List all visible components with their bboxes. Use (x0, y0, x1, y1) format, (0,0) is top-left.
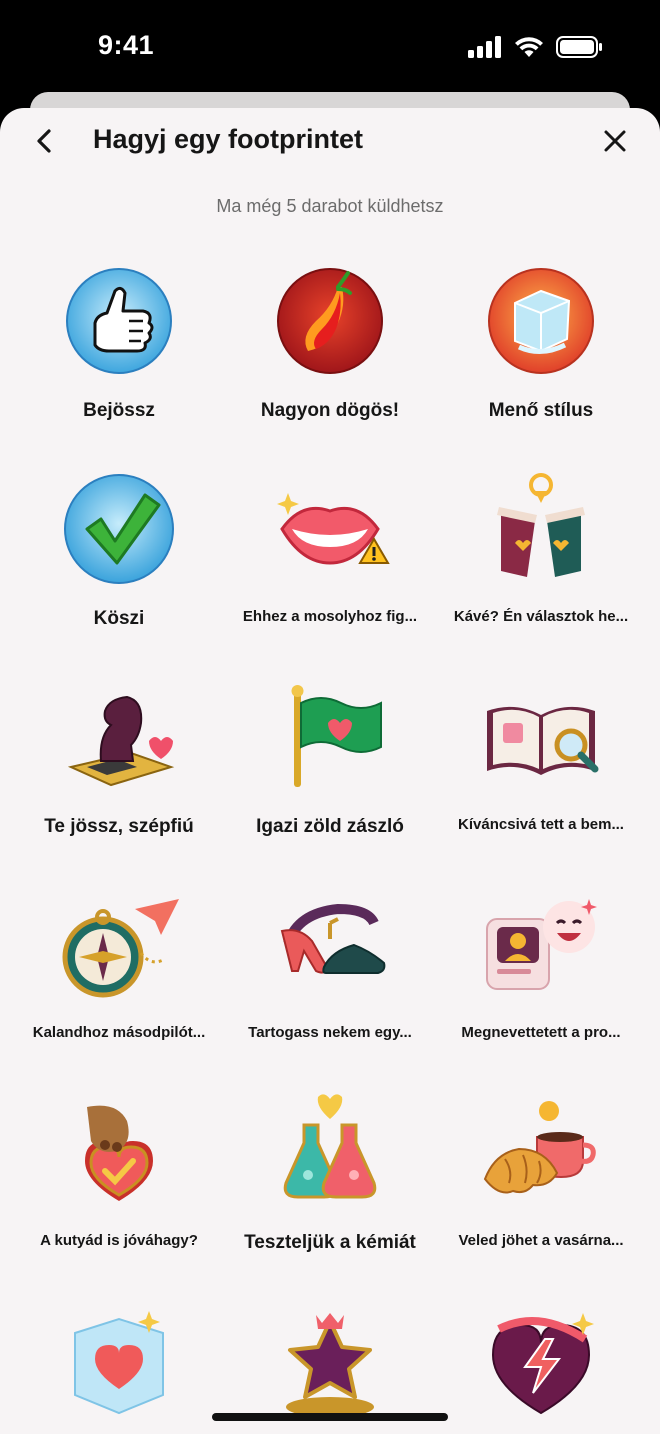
chili-pepper-icon (265, 256, 395, 386)
compass-plane-icon (54, 880, 184, 1010)
sticker-item[interactable]: Kávé? Én választok he... (436, 458, 646, 666)
checkmark-icon (54, 464, 184, 594)
sticker-label: Ehhez a mosolyhoz fig... (242, 608, 418, 625)
sticker-item[interactable]: Tartogass nekem egy... (225, 874, 435, 1082)
chevron-left-icon (37, 129, 51, 153)
book-magnifier-icon (476, 672, 606, 802)
remaining-count-text: Ma még 5 darabot küldhetsz (216, 196, 444, 216)
laughing-profile-icon (476, 880, 606, 1010)
page-title: Hagyj egy footprintet (93, 124, 364, 154)
lightning-heart-icon (476, 1296, 606, 1426)
status-icons (468, 36, 602, 58)
sticker-item[interactable]: Kalandhoz másodpilót... (14, 874, 224, 1082)
star-crown-icon (265, 1296, 395, 1426)
signal-icon (468, 36, 501, 58)
sticker-item[interactable]: Teszteljük a kémiát (225, 1082, 435, 1290)
sticker-label: Kalandhoz másodpilót... (32, 1024, 206, 1041)
paw-heart-icon (54, 1088, 184, 1218)
dance-shoes-icon (265, 880, 395, 1010)
thumbs-up-icon (54, 256, 184, 386)
sticker-item[interactable] (436, 1290, 646, 1434)
chess-knight-icon (54, 672, 184, 802)
sticker-label: Nagyon dögös! (260, 400, 400, 421)
sticker-item[interactable]: Ehhez a mosolyhoz fig... (225, 458, 435, 666)
back-button[interactable] (30, 126, 60, 156)
croissant-coffee-icon (476, 1088, 606, 1218)
sticker-label: Igazi zöld zászló (256, 816, 404, 837)
status-time: 9:41 (98, 30, 155, 60)
sticker-item[interactable]: Bejössz (14, 250, 224, 458)
sticker-item[interactable]: Kíváncsivá tett a bem... (436, 666, 646, 874)
sticker-item[interactable] (14, 1290, 224, 1434)
sticker-label: Köszi (93, 608, 145, 629)
sticker-label: Megnevettetett a pro... (461, 1024, 621, 1041)
sticker-item[interactable]: Veled jöhet a vasárna... (436, 1082, 646, 1290)
sticker-item[interactable]: Nagyon dögös! (225, 250, 435, 458)
sticker-label: Veled jöhet a vasárna... (458, 1232, 624, 1249)
sticker-label: Menő stílus (488, 400, 594, 421)
sticker-label: A kutyád is jóváhagy? (40, 1232, 198, 1249)
battery-icon (556, 36, 602, 58)
sticker-label: Tartogass nekem egy... (248, 1024, 412, 1041)
sticker-item[interactable]: Köszi (14, 458, 224, 666)
sticker-label: Kávé? Én választok he... (453, 608, 629, 625)
sheet-header: Hagyj egy footprintet (0, 108, 660, 174)
close-icon (604, 130, 626, 152)
coffee-cups-icon (476, 464, 606, 594)
sticker-label: Te jössz, szépfiú (44, 816, 194, 837)
sticker-item[interactable]: Megnevettetett a pro... (436, 874, 646, 1082)
chemistry-flasks-icon (265, 1088, 395, 1218)
lips-warning-icon (265, 464, 395, 594)
sticker-grid: Bejössz Nagyon dögös! Menő stílus Köszi (14, 250, 646, 1434)
sticker-item[interactable]: A kutyád is jóváhagy? (14, 1082, 224, 1290)
wifi-icon (515, 37, 543, 57)
home-indicator[interactable] (212, 1413, 448, 1421)
ice-cube-icon (476, 256, 606, 386)
status-bar: 9:41 (0, 0, 660, 96)
sticker-label: Kíváncsivá tett a bem... (458, 816, 624, 833)
green-flag-icon (265, 672, 395, 802)
ice-heart-icon (54, 1296, 184, 1426)
sticker-item[interactable]: Igazi zöld zászló (225, 666, 435, 874)
sticker-label: Teszteljük a kémiát (244, 1232, 416, 1253)
footprint-sheet: Hagyj egy footprintet Ma még 5 darabot k… (0, 108, 660, 1434)
sticker-label: Bejössz (83, 400, 155, 421)
sticker-item[interactable]: Te jössz, szépfiú (14, 666, 224, 874)
close-button[interactable] (600, 126, 630, 156)
sticker-item[interactable]: Menő stílus (436, 250, 646, 458)
